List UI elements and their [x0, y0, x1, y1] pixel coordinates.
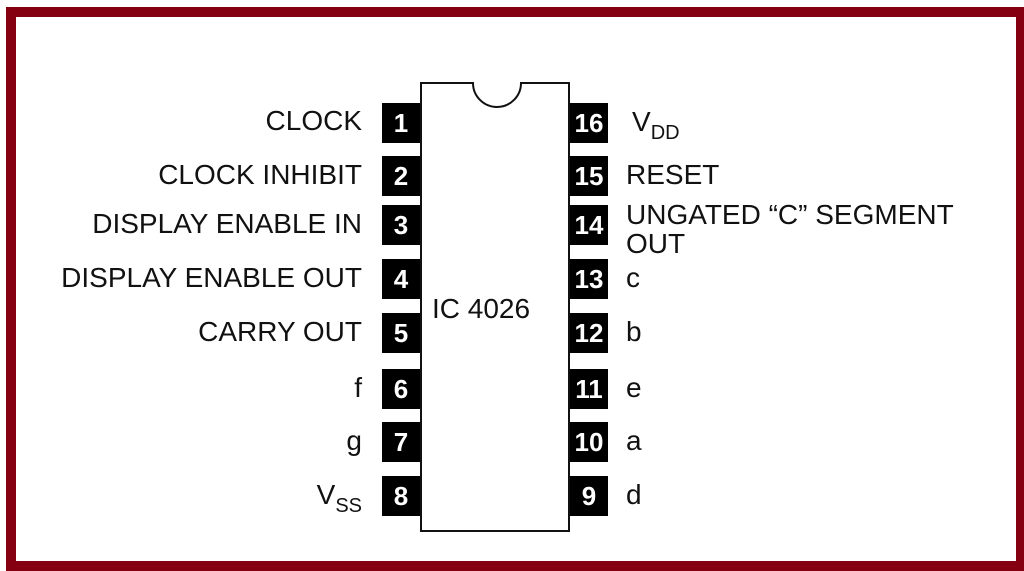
pin-8-label-subscript: SS [335, 495, 362, 517]
pin-5: 5 [382, 313, 420, 353]
pin1-notch-icon [472, 82, 522, 108]
pin-12-label: b [626, 316, 642, 347]
pin-6: 6 [382, 369, 420, 409]
pin-9-label: d [626, 479, 642, 510]
pin-16-label: VDD [632, 106, 680, 149]
pin-11: 11 [570, 369, 608, 409]
pin-3-label: DISPLAY ENABLE IN [92, 208, 362, 239]
pin-2: 2 [382, 156, 420, 196]
pin-7: 7 [382, 422, 420, 462]
ic-package-top-edge [520, 82, 570, 84]
pin-14-label: UNGATED “C” SEGMENT [626, 199, 954, 230]
pin-14-label-line2: OUT [626, 228, 686, 259]
pin-4-label: DISPLAY ENABLE OUT [61, 262, 362, 293]
pin-8-label: VSS [317, 479, 362, 522]
pin-14: 14 [570, 205, 608, 245]
pin-9: 9 [570, 476, 608, 516]
pin-6-label: f [354, 372, 362, 403]
ic-package-top-edge [420, 82, 474, 84]
pin-8: 8 [382, 476, 420, 516]
pin-15-label: RESET [626, 159, 720, 190]
pin-3: 3 [382, 205, 420, 245]
pin-16-label-main: V [632, 106, 651, 137]
pin-7-label: g [346, 425, 362, 456]
chip-name: IC 4026 [432, 293, 531, 324]
pin-1-label: CLOCK [265, 105, 362, 136]
pin-11-label: e [626, 372, 642, 403]
pin-1: 1 [382, 103, 420, 143]
pin-16: 16 [570, 103, 608, 143]
pin-15: 15 [570, 156, 608, 196]
pin-13: 13 [570, 259, 608, 299]
pin-4: 4 [382, 259, 420, 299]
pin-2-label: CLOCK INHIBIT [158, 159, 362, 190]
pin-16-label-subscript: DD [650, 122, 680, 144]
pin-8-label-main: V [316, 479, 336, 510]
pin-5-label: CARRY OUT [198, 316, 362, 347]
pin-12: 12 [570, 313, 608, 353]
pin-10-label: a [626, 425, 642, 456]
pin-13-label: c [626, 262, 640, 293]
pin-10: 10 [570, 422, 608, 462]
